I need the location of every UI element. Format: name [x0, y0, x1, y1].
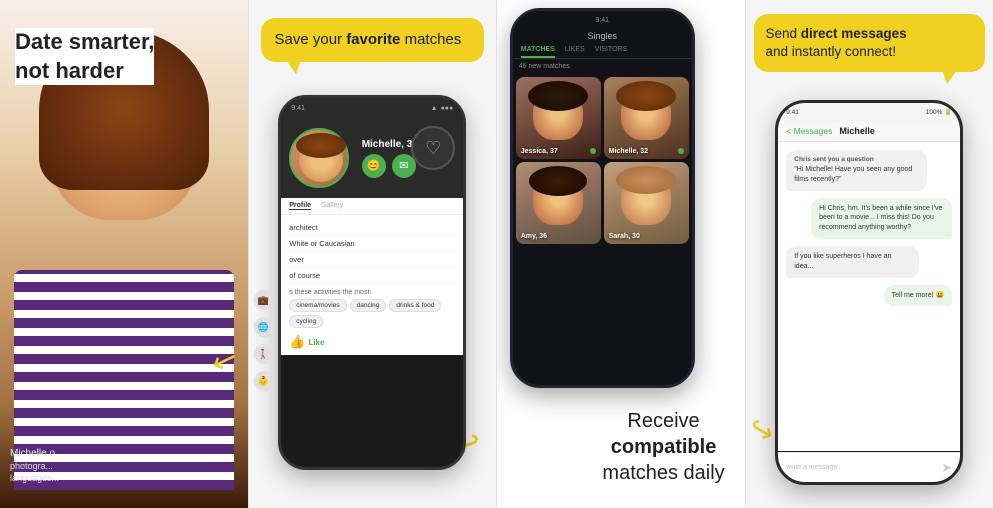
- match-sarah[interactable]: Sarah, 30: [604, 162, 689, 244]
- msg-outgoing-2: Tell me more! 😃: [884, 285, 953, 307]
- tab-visitors[interactable]: VISITORS: [595, 46, 628, 58]
- panel-save-matches: Save your favorite matches 9:41 ▲ ●●● Mi…: [248, 0, 497, 508]
- msg-incoming-1: Chris sent you a question "Hi Michelle! …: [786, 150, 927, 191]
- nav-profile[interactable]: Profile: [289, 202, 311, 210]
- bubble-tail-right: [942, 70, 957, 84]
- michelle-hair: [616, 81, 676, 111]
- caption-line1: Receive: [602, 408, 724, 434]
- tab-likes[interactable]: LIKES: [565, 46, 585, 58]
- p3-tabs-bar: MATCHES LIKES VISITORS: [513, 43, 692, 59]
- sidebar-icon-briefcase[interactable]: 💼: [254, 290, 274, 310]
- user-name: Michelle o: [10, 448, 59, 459]
- match-jessica[interactable]: Jessica, 37: [516, 77, 601, 159]
- profile-action-btns: 😊 ✉: [362, 154, 418, 178]
- activity-tags: cinema/movies dancing drinks & food cycl…: [289, 299, 455, 328]
- michelle-label: Michelle, 32: [609, 148, 648, 155]
- message-input-placeholder[interactable]: write a message: [786, 464, 935, 471]
- woman-figure: 😊: [14, 30, 234, 490]
- detail-ethnicity: White or Caucasian: [289, 236, 455, 252]
- matches-count: 46 new matches: [513, 59, 692, 74]
- heart-favorite-button[interactable]: ♡: [411, 126, 455, 170]
- profile-section: Michelle, 32 😊 ✉ ♡: [281, 118, 463, 198]
- p3-status-text: 9:41: [595, 17, 609, 24]
- chat-messages-area: Chris sent you a question "Hi Michelle! …: [778, 142, 960, 451]
- tag-dancing: dancing: [350, 299, 387, 312]
- message-input-bar: write a message ➤: [778, 452, 960, 482]
- panel-date-smarter: 😊 Date smarter, not harder Michelle o ph…: [0, 0, 248, 508]
- phone-mockup-4: 9:41 100% 🔋 < Messages Michelle Chris se…: [775, 100, 963, 485]
- msg-incoming-2: If you like superheros I have an idea...: [786, 246, 919, 278]
- sidebar-icon-baby[interactable]: 🚶: [254, 344, 274, 364]
- thumbs-up-icon: 👍: [289, 334, 305, 350]
- phone-nav-tabs: Profile Gallery: [281, 198, 463, 215]
- match-amy[interactable]: Amy, 36: [516, 162, 601, 244]
- msg-text-2: Hi Chris, hm. It's been a while since I'…: [819, 204, 944, 233]
- panel-matches: 9:41 Singles MATCHES LIKES VISITORS 46 n…: [496, 0, 745, 508]
- profile-avatar: [289, 128, 349, 188]
- smiley-button[interactable]: 😊: [362, 154, 386, 178]
- avatar-hair: [296, 133, 346, 158]
- sarah-label: Sarah, 30: [609, 233, 640, 240]
- p4-battery: 100% 🔋: [926, 108, 953, 116]
- match-michelle[interactable]: Michelle, 32: [604, 77, 689, 159]
- tab-matches[interactable]: MATCHES: [521, 46, 555, 58]
- p4-status-bar: 9:41 100% 🔋: [778, 103, 960, 121]
- save-matches-bubble: Save your favorite matches: [261, 18, 485, 62]
- bubble-tail: [286, 60, 301, 74]
- chat-partner-name: Michelle: [839, 126, 875, 136]
- msg-text-4: Tell me more! 😃: [892, 291, 945, 301]
- p4-chat-header: < Messages Michelle: [778, 121, 960, 142]
- panel-messages: Send direct messages and instantly conne…: [745, 0, 993, 508]
- nav-gallery[interactable]: Gallery: [321, 202, 343, 210]
- msg-outgoing-1: Hi Chris, hm. It's been a while since I'…: [811, 198, 952, 239]
- sidebar-icons: 💼 🌐 🚶 👶: [254, 290, 274, 391]
- amy-label: Amy, 36: [521, 233, 547, 240]
- user-languages: languages...: [10, 473, 59, 483]
- detail-architect: architect: [289, 220, 455, 236]
- status-icons: ▲ ●●●: [431, 105, 454, 112]
- compatible-matches-caption: Receive compatible matches daily: [602, 408, 724, 486]
- profile-info: Michelle, 32 😊 ✉: [362, 139, 418, 178]
- user-info: Michelle o photogra... languages...: [10, 448, 59, 483]
- phone-mockup-2: 9:41 ▲ ●●● Michelle, 32 😊 ✉ ♡: [278, 95, 466, 470]
- signal-icon: ●●●: [441, 105, 454, 112]
- jessica-label: Jessica, 37: [521, 148, 558, 155]
- headline-date-smarter: Date smarter, not harder: [15, 28, 154, 85]
- profile-name: Michelle, 32: [362, 139, 418, 150]
- message-button[interactable]: ✉: [392, 154, 416, 178]
- wifi-icon: ▲: [431, 105, 438, 112]
- detail-of-course: of course: [289, 268, 455, 284]
- msg-sender-label: Chris sent you a question: [794, 156, 919, 163]
- msg-text-1: "Hi Michelle! Have you seen any good fil…: [794, 165, 919, 185]
- tag-cinema: cinema/movies: [289, 299, 346, 312]
- user-photos: photogra...: [10, 461, 59, 471]
- jessica-hair: [528, 81, 588, 111]
- matches-photo-grid: Jessica, 37 Michelle, 32 Amy, 36 Sarah, …: [513, 74, 692, 247]
- detail-over: over: [289, 252, 455, 268]
- tag-cycling: cycling: [289, 315, 323, 328]
- msg-text-3: If you like superheros I have an idea...: [794, 252, 911, 272]
- p3-singles-title: Singles: [513, 29, 692, 43]
- status-bar: 9:41 ▲ ●●●: [281, 98, 463, 118]
- sidebar-icon-other[interactable]: 👶: [254, 371, 274, 391]
- like-button[interactable]: Like: [308, 338, 324, 347]
- caption-line3: matches daily: [602, 460, 724, 486]
- phone-mockup-3: 9:41 Singles MATCHES LIKES VISITORS 46 n…: [510, 8, 695, 388]
- send-icon[interactable]: ➤: [941, 460, 952, 476]
- michelle-online-dot: [678, 148, 684, 154]
- back-button[interactable]: < Messages: [786, 126, 832, 136]
- sarah-hair: [616, 166, 676, 194]
- p4-time: 9:41: [786, 109, 799, 116]
- tag-drinks: drinks & food: [389, 299, 441, 312]
- caption-line2: compatible: [602, 434, 724, 460]
- sidebar-icon-globe[interactable]: 🌐: [254, 317, 274, 337]
- time-display: 9:41: [291, 105, 305, 112]
- profile-details: architect White or Caucasian over of cou…: [281, 215, 463, 355]
- activities-label: s these activities the most:: [289, 289, 455, 296]
- direct-messages-bubble: Send direct messages and instantly conne…: [754, 14, 986, 72]
- p3-status-bar: 9:41: [513, 11, 692, 29]
- jessica-online-dot: [590, 148, 596, 154]
- like-section: 👍 Like: [289, 334, 455, 350]
- amy-hair: [529, 166, 587, 196]
